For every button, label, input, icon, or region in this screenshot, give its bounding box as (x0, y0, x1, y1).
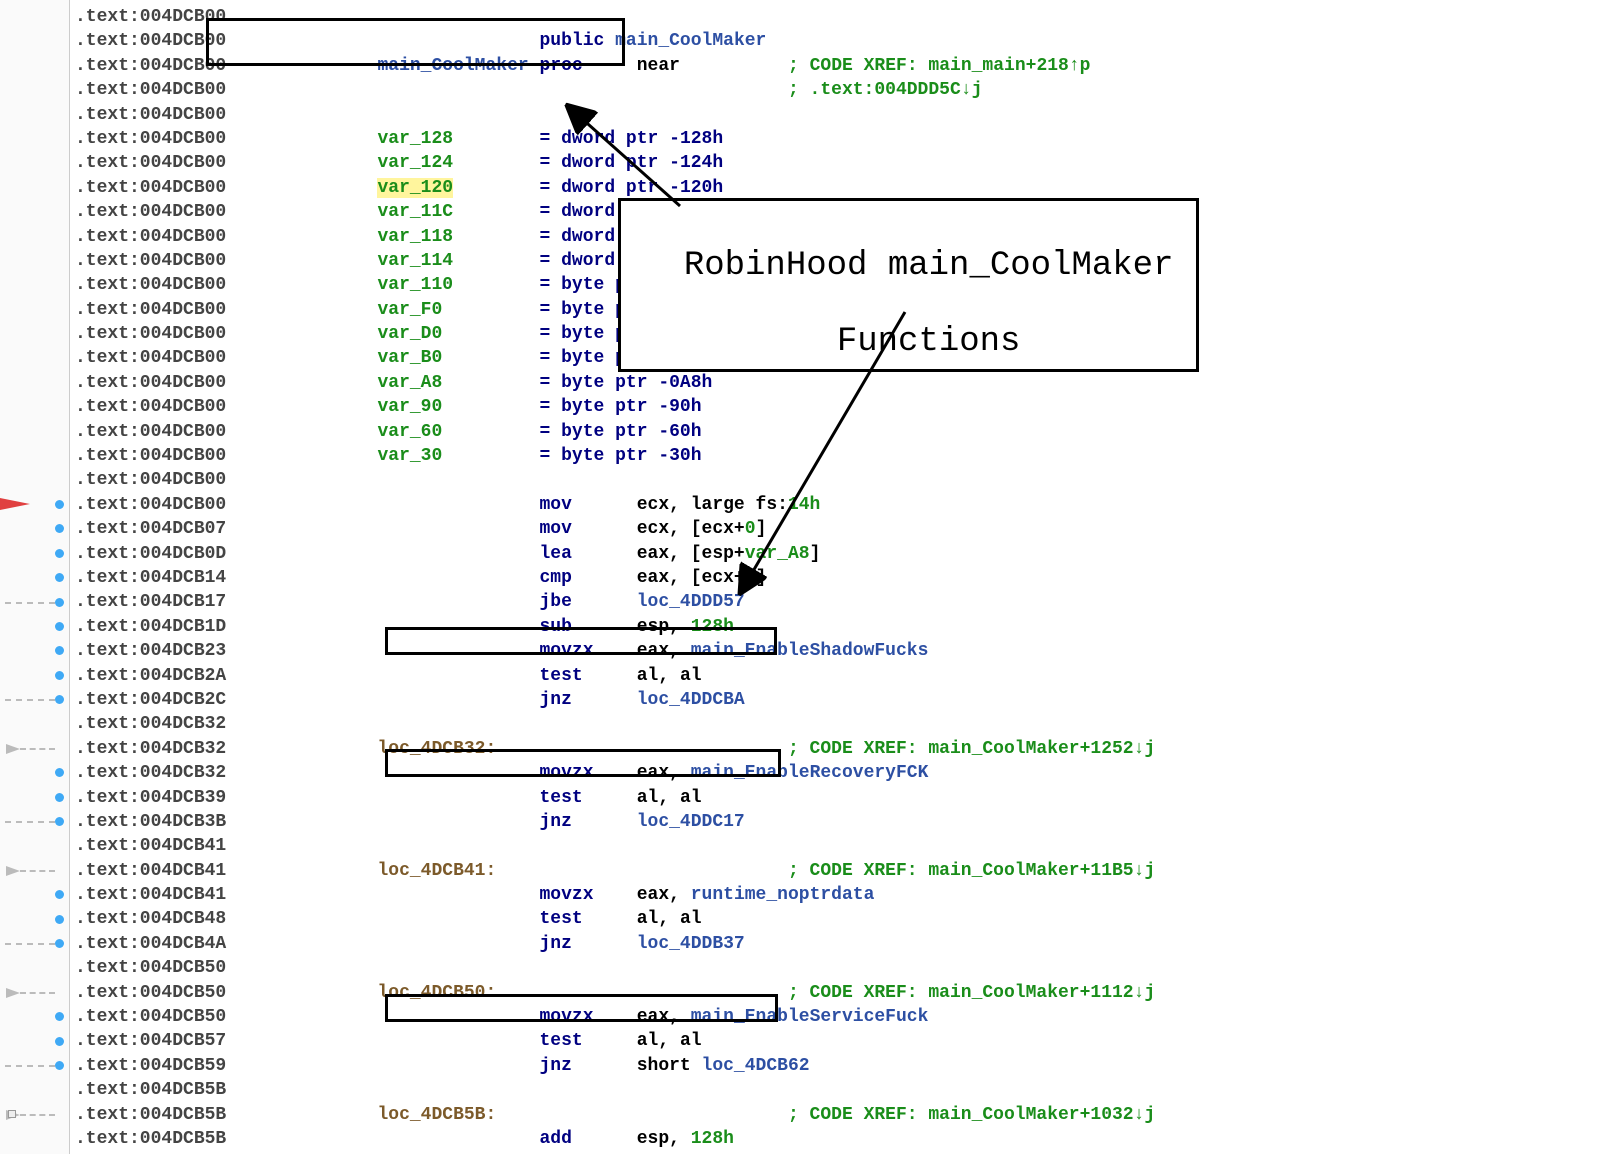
asm-line[interactable]: .text:004DCB00 public main_CoolMaker (75, 29, 1155, 53)
asm-line[interactable]: .text:004DCB00 (75, 5, 1155, 29)
asm-line[interactable]: .text:004DCB32 (75, 712, 1155, 736)
asm-line[interactable]: .text:004DCB39 test al, al (75, 786, 1155, 810)
asm-line[interactable]: .text:004DCB5B loc_4DCB5B: ; CODE XREF: … (75, 1103, 1155, 1127)
asm-line[interactable]: .text:004DCB50 loc_4DCB50: ; CODE XREF: … (75, 981, 1155, 1005)
asm-line[interactable]: .text:004DCB48 test al, al (75, 907, 1155, 931)
asm-line[interactable]: .text:004DCB59 jnz short loc_4DCB62 (75, 1054, 1155, 1078)
asm-line[interactable]: .text:004DCB41 movzx eax, runtime_noptrd… (75, 883, 1155, 907)
asm-line[interactable]: .text:004DCB57 test al, al (75, 1029, 1155, 1053)
asm-line[interactable]: .text:004DCB32 movzx eax, main_EnableRec… (75, 761, 1155, 785)
annotation-line1: RobinHood main_CoolMaker (684, 247, 1174, 285)
asm-line[interactable]: .text:004DCB00 (75, 468, 1155, 492)
asm-line[interactable]: .text:004DCB00 var_30 = byte ptr -30h (75, 444, 1155, 468)
asm-line[interactable]: .text:004DCB14 cmp eax, [ecx+8] (75, 566, 1155, 590)
asm-line[interactable]: .text:004DCB2A test al, al (75, 664, 1155, 688)
asm-line[interactable]: .text:004DCB50 movzx eax, main_EnableSer… (75, 1005, 1155, 1029)
asm-line[interactable]: .text:004DCB4A jnz loc_4DDB37 (75, 932, 1155, 956)
asm-line[interactable]: .text:004DCB00 var_60 = byte ptr -60h (75, 420, 1155, 444)
asm-line[interactable]: .text:004DCB07 mov ecx, [ecx+0] (75, 517, 1155, 541)
asm-line[interactable]: .text:004DCB3B jnz loc_4DDC17 (75, 810, 1155, 834)
asm-line[interactable]: .text:004DCB00 main_CoolMaker proc near … (75, 54, 1155, 78)
asm-line[interactable]: .text:004DCB00 var_A8 = byte ptr -0A8h (75, 371, 1155, 395)
asm-line[interactable]: .text:004DCB00 mov ecx, large fs:14h (75, 493, 1155, 517)
annotation-arrow-2 (730, 310, 930, 600)
asm-line[interactable]: .text:004DCB32 loc_4DCB32: ; CODE XREF: … (75, 737, 1155, 761)
asm-line[interactable]: .text:004DCB0D lea eax, [esp+var_A8] (75, 542, 1155, 566)
asm-line[interactable]: .text:004DCB17 jbe loc_4DDD57 (75, 590, 1155, 614)
annotation-arrow-1 (560, 98, 690, 213)
asm-line[interactable]: .text:004DCB2C jnz loc_4DDCBA (75, 688, 1155, 712)
asm-line[interactable]: .text:004DCB00 var_90 = byte ptr -90h (75, 395, 1155, 419)
asm-line[interactable]: .text:004DCB41 (75, 834, 1155, 858)
asm-line[interactable]: .text:004DCB5B (75, 1078, 1155, 1102)
asm-line[interactable]: .text:004DCB50 (75, 956, 1155, 980)
asm-line[interactable]: .text:004DCB41 loc_4DCB41: ; CODE XREF: … (75, 859, 1155, 883)
gutter (0, 0, 70, 1154)
asm-line[interactable]: .text:004DCB23 movzx eax, main_EnableSha… (75, 639, 1155, 663)
asm-line[interactable]: .text:004DCB5B add esp, 128h (75, 1127, 1155, 1151)
asm-line[interactable]: .text:004DCB1D sub esp, 128h (75, 615, 1155, 639)
